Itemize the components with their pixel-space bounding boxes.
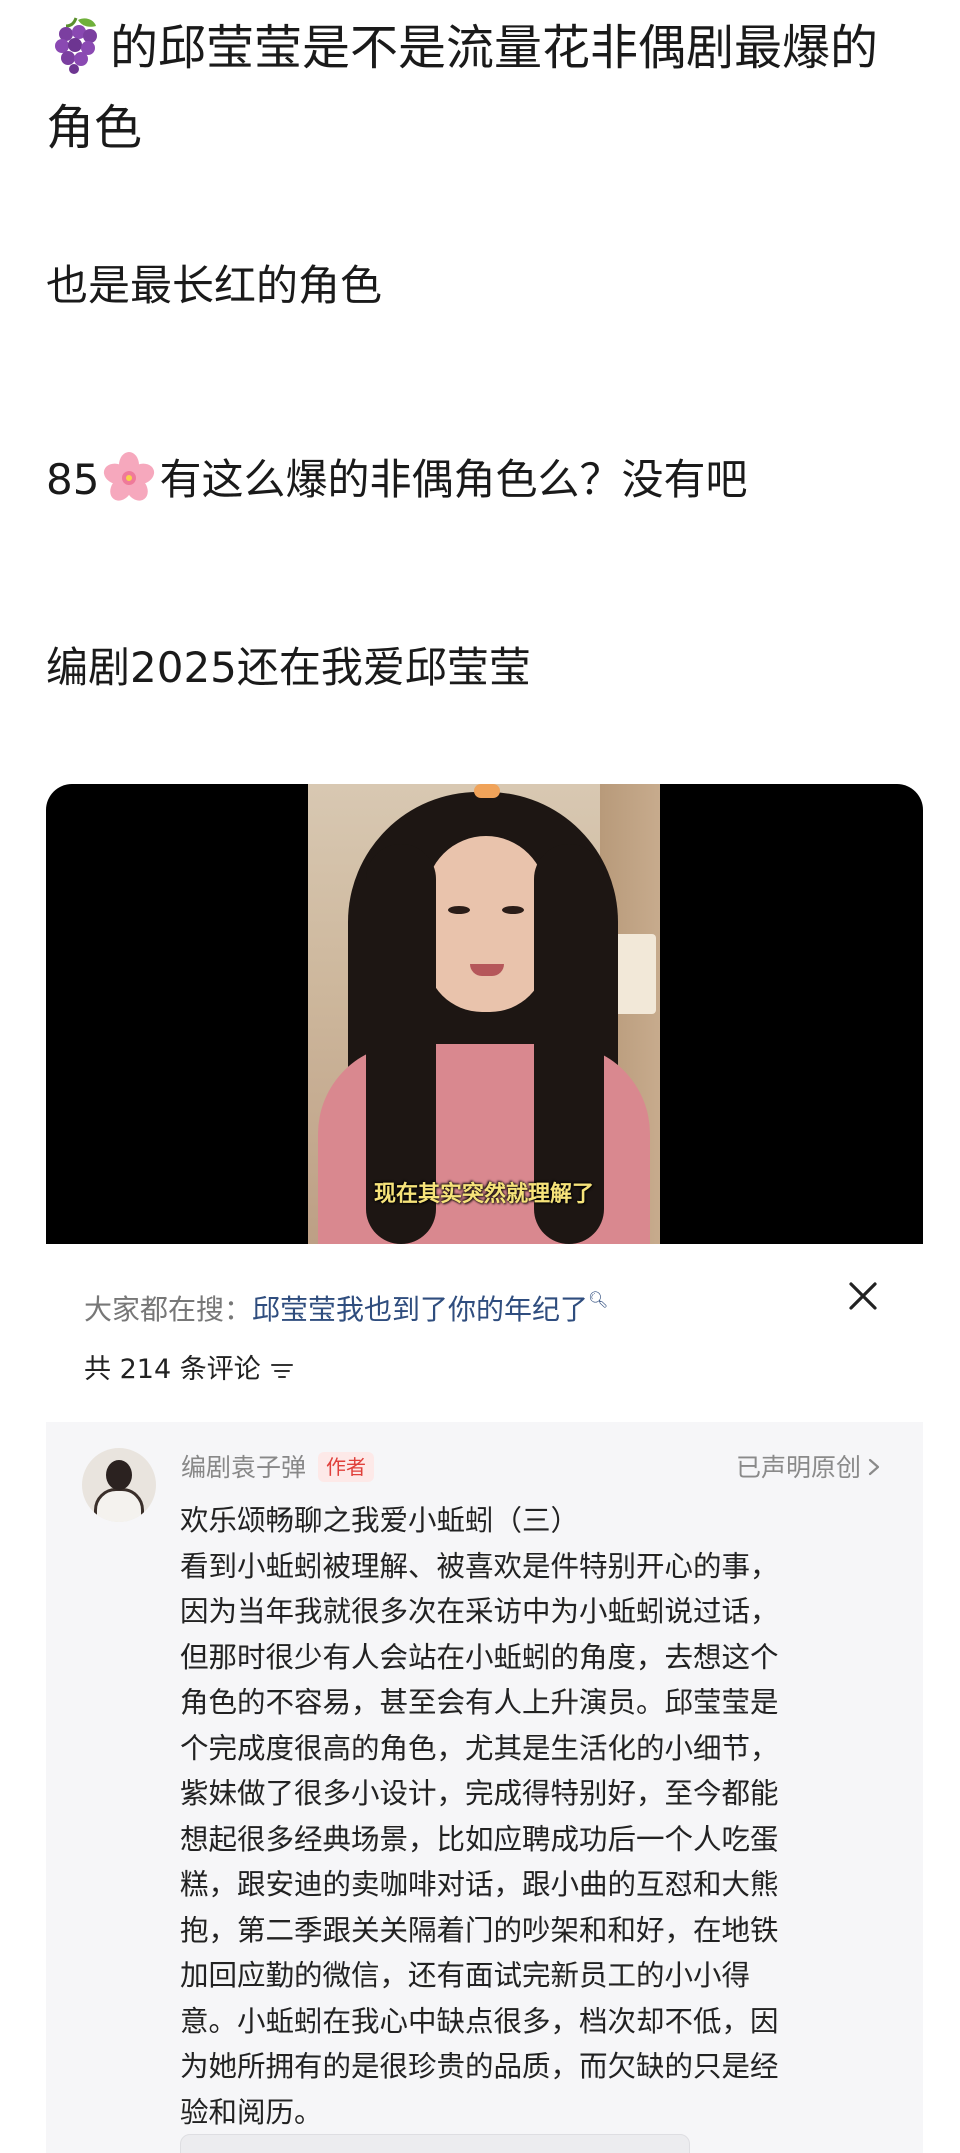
video-face: [426, 836, 546, 1012]
chevron-right-icon: [868, 1458, 880, 1476]
post-line-2-suffix: 有这么爆的非偶角色么？没有吧: [159, 455, 748, 504]
video-subtitle: 现在其实突然就理解了: [373, 1181, 594, 1207]
author-badge: 作者: [318, 1452, 375, 1482]
trending-search-term[interactable]: 邱莹莹我也到了你的年纪了: [252, 1293, 588, 1326]
sort-icon[interactable]: [270, 1362, 293, 1380]
trending-search[interactable]: 大家都在搜：邱莹莹我也到了你的年纪了🔍︎: [84, 1282, 608, 1328]
post-title-text: 的邱莹莹是不是流量花非偶剧最爆的角色: [46, 20, 879, 156]
comment-body: 欢乐颂畅聊之我爱小蚯蚓（三） 看到小蚯蚓被理解、被喜欢是件特别开心的事， 因为当…: [180, 1504, 779, 2129]
cherry-blossom-emoji-icon: [104, 452, 155, 501]
comment-count: 共 214 条评论: [84, 1352, 293, 1388]
post-title: 的邱莹莹是不是流量花非偶剧最爆的角色: [46, 8, 906, 168]
video-player[interactable]: 现在其实突然就理解了: [46, 784, 923, 1244]
post-line-1: 也是最长红的角色: [46, 261, 383, 310]
comment-author[interactable]: 编剧袁子弹 作者: [181, 1450, 375, 1486]
grape-emoji-icon: [55, 17, 97, 74]
comment-count-label: 共 214 条评论: [84, 1354, 261, 1385]
video-hairclip: [474, 784, 500, 798]
comment-author-name[interactable]: 编剧袁子弹: [181, 1453, 306, 1482]
close-icon[interactable]: [845, 1278, 881, 1314]
reply-preview-chip[interactable]: [180, 2134, 690, 2153]
original-declaration-label: 已声明原创: [735, 1453, 861, 1482]
post-line-3: 编剧2025还在我爱邱莹莹: [46, 643, 531, 692]
comment-card: 编剧袁子弹 作者 已声明原创 欢乐颂畅聊之我爱小蚯蚓（三） 看到小蚯蚓被理解、被喜…: [46, 1422, 923, 2153]
trending-search-prefix: 大家都在搜：: [84, 1293, 253, 1326]
search-icon: 🔍︎: [588, 1290, 609, 1309]
comments-sheet: 大家都在搜：邱莹莹我也到了你的年纪了🔍︎ 共 214 条评论 编剧袁子弹 作者 已…: [46, 1246, 923, 2153]
post-line-2: 85 有这么爆的非偶角色么？没有吧: [46, 450, 747, 508]
avatar[interactable]: [82, 1448, 156, 1522]
post-line-2-prefix: 85: [46, 455, 100, 504]
video-frame: 现在其实突然就理解了: [308, 784, 660, 1244]
original-declaration[interactable]: 已声明原创: [736, 1450, 881, 1486]
